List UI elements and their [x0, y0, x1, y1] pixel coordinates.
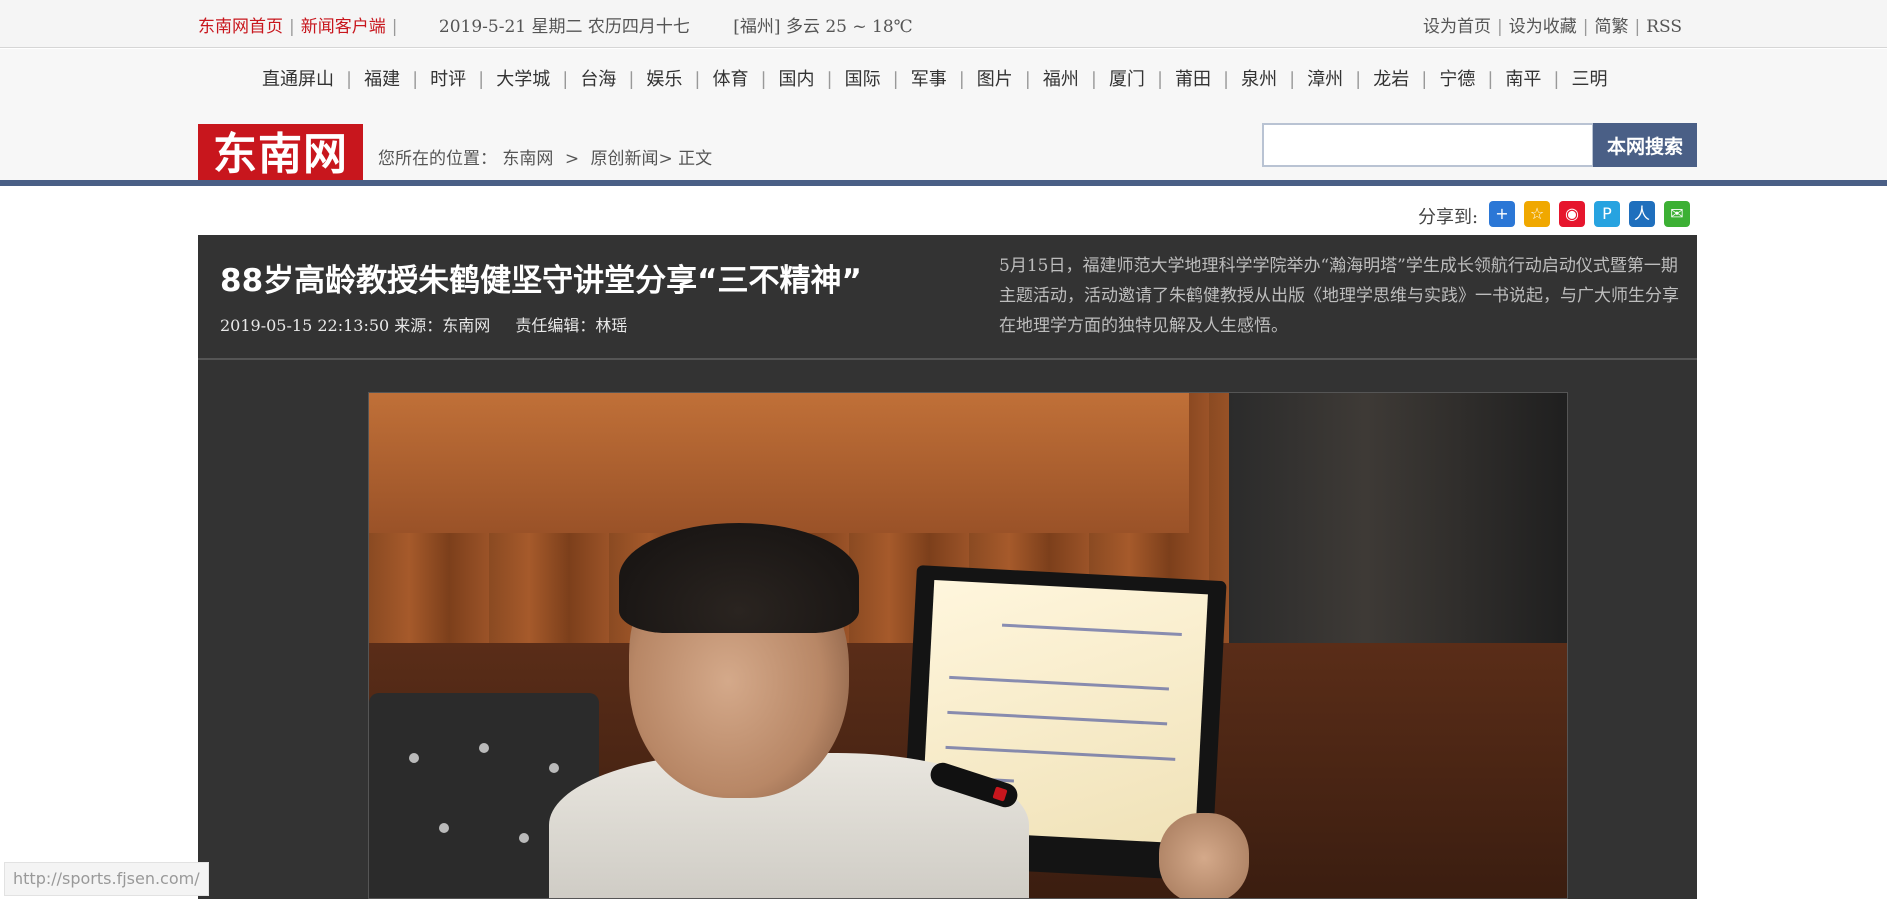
nav-item[interactable]: 三明 — [1571, 69, 1607, 90]
screen-line — [1001, 623, 1182, 637]
search-button[interactable]: 本网搜索 — [1593, 123, 1697, 167]
breadcrumb-site[interactable]: 东南网 — [502, 149, 553, 169]
nav-divider: | — [1553, 69, 1560, 90]
breadcrumb-label: 您所在的位置： — [378, 149, 497, 169]
article-source: 来源：东南网 — [394, 316, 491, 335]
rss-link[interactable]: RSS — [1646, 17, 1682, 37]
article-header: 88岁高龄教授朱鹤健坚守讲堂分享“三不精神” 2019-05-15 22:13:… — [198, 235, 1697, 360]
nav-item[interactable]: 国际 — [845, 69, 881, 90]
breadcrumb: 您所在的位置： 东南网 > 原创新闻> 正文 — [378, 144, 712, 169]
breadcrumb-arrow: > — [564, 149, 580, 169]
wechat-share-icon[interactable]: ✉ — [1664, 201, 1690, 227]
article-meta: 2019-05-15 22:13:50 来源：东南网 责任编辑：林瑶 — [220, 312, 627, 336]
nav-item[interactable]: 龙岩 — [1373, 69, 1409, 90]
qzone-share-icon[interactable]: + — [1489, 201, 1515, 227]
site-header: 直通屏山 | 福建 | 时评 | 大学城 | 台海 | 娱乐 | 体育 | 国内 | 国际 | 军事 | 图片 | 福州 | 厦… — [0, 49, 1887, 185]
nav-item[interactable]: 漳州 — [1307, 69, 1343, 90]
nav-item[interactable]: 南平 — [1505, 69, 1541, 90]
screen-line — [947, 710, 1168, 726]
search-input[interactable] — [1262, 123, 1594, 167]
nav-item[interactable]: 福建 — [364, 69, 400, 90]
nav-divider: | — [562, 69, 569, 90]
set-homepage-link[interactable]: 设为首页 — [1423, 17, 1491, 37]
seat-stud — [479, 743, 489, 753]
nav-divider: | — [958, 69, 965, 90]
date-text: 2019-5-21 星期二 农历四月十七 — [438, 17, 690, 37]
nav-item[interactable]: 泉州 — [1241, 69, 1277, 90]
nav-divider: | — [478, 69, 485, 90]
weibo-share-icon[interactable]: ◉ — [1559, 201, 1585, 227]
nav-item[interactable]: 直通屏山 — [262, 69, 334, 90]
seat-stud — [439, 823, 449, 833]
nav-item[interactable]: 娱乐 — [646, 69, 682, 90]
client-link[interactable]: 新闻客户端 — [301, 17, 386, 37]
site-logo[interactable]: 东南网 — [198, 124, 363, 185]
screen-line — [949, 675, 1170, 691]
nav-divider: | — [760, 69, 767, 90]
seat-stud — [549, 763, 559, 773]
breadcrumb-section[interactable]: 原创新闻> — [590, 149, 672, 169]
nav-divider: | — [628, 69, 635, 90]
nav-item[interactable]: 莆田 — [1175, 69, 1211, 90]
nav-item[interactable]: 宁德 — [1439, 69, 1475, 90]
nav-item[interactable]: 厦门 — [1109, 69, 1145, 90]
photo-person-hair — [619, 523, 859, 633]
nav-item[interactable]: 国内 — [779, 69, 815, 90]
nav-divider: | — [1289, 69, 1296, 90]
nav-divider: | — [1355, 69, 1362, 90]
nav-item[interactable]: 台海 — [580, 69, 616, 90]
pengyou-share-icon[interactable]: P — [1594, 201, 1620, 227]
divider: | — [1634, 17, 1641, 37]
nav-item[interactable]: 体育 — [712, 69, 748, 90]
divider: | — [391, 17, 398, 37]
nav-divider: | — [1487, 69, 1494, 90]
article-block: 88岁高龄教授朱鹤健坚守讲堂分享“三不精神” 2019-05-15 22:13:… — [198, 235, 1697, 899]
nav-divider: | — [346, 69, 353, 90]
top-bar-left: 东南网首页 | 新闻客户端 | 2019-5-21 星期二 农历四月十七 [福州] 多… — [198, 12, 913, 37]
nav-divider: | — [892, 69, 899, 90]
nav-item[interactable]: 图片 — [977, 69, 1013, 90]
top-bar-right: 设为首页 | 设为收藏 | 简繁 | RSS — [1423, 12, 1682, 37]
nav-divider: | — [1223, 69, 1230, 90]
divider: | — [1497, 17, 1503, 37]
nav-divider: | — [694, 69, 701, 90]
status-bar-url: http://sports.fjsen.com/ — [4, 862, 209, 896]
top-bar: 东南网首页 | 新闻客户端 | 2019-5-21 星期二 农历四月十七 [福州] 多… — [0, 0, 1887, 48]
nav-item[interactable]: 福州 — [1043, 69, 1079, 90]
seat-stud — [409, 753, 419, 763]
article-title: 88岁高龄教授朱鹤健坚守讲堂分享“三不精神” — [220, 263, 862, 299]
nav-divider: | — [826, 69, 833, 90]
header-divider — [0, 180, 1887, 186]
add-favorite-link[interactable]: 设为收藏 — [1509, 17, 1577, 37]
breadcrumb-current: 正文 — [678, 149, 713, 169]
article-datetime: 2019-05-15 22:13:50 — [220, 316, 390, 335]
article-editor: 责任编辑：林瑶 — [515, 316, 628, 335]
renren-share-icon[interactable]: 人 — [1629, 201, 1655, 227]
nav-divider: | — [1090, 69, 1097, 90]
screen-line — [945, 745, 1176, 761]
divider: | — [1582, 17, 1589, 37]
nav-divider: | — [1421, 69, 1428, 90]
photo-person-hand — [1159, 813, 1249, 898]
nav-divider: | — [412, 69, 419, 90]
nav-item[interactable]: 大学城 — [496, 69, 550, 90]
main-nav: 直通屏山 | 福建 | 时评 | 大学城 | 台海 | 娱乐 | 体育 | 国内 | 国际 | 军事 | 图片 | 福州 | 厦… — [262, 65, 1607, 91]
traditional-simplified-link[interactable]: 简繁 — [1594, 17, 1628, 37]
photo-wall-top — [369, 393, 1189, 533]
article-photo[interactable] — [368, 392, 1568, 899]
nav-item[interactable]: 军事 — [911, 69, 947, 90]
article-summary: 5月15日，福建师范大学地理科学学院举办“瀚海明塔”学生成长领航行动启动仪式暨第… — [999, 256, 1679, 336]
favorite-share-icon[interactable]: ☆ — [1524, 201, 1550, 227]
share-label: 分享到: — [1418, 207, 1479, 228]
nav-item[interactable]: 时评 — [430, 69, 466, 90]
nav-divider: | — [1156, 69, 1164, 90]
weather-text: [福州] 多云 25 ~ 18℃ — [733, 17, 913, 37]
seat-stud — [519, 833, 529, 843]
nav-divider: | — [1024, 69, 1031, 90]
home-link[interactable]: 东南网首页 — [198, 17, 283, 37]
divider: | — [289, 17, 295, 37]
